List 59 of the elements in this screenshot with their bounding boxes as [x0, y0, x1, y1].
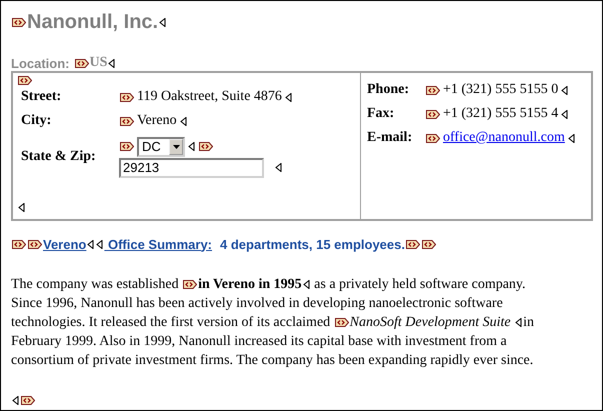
end-tag-icon[interactable] [561, 86, 568, 94]
end-tag-icon[interactable] [275, 163, 282, 172]
end-tag-icon[interactable] [561, 110, 568, 118]
paragraph-text: technologies. It released the first version of its acclaimed [11, 314, 332, 330]
end-tag-icon[interactable] [568, 134, 575, 142]
field-label: Fax: [367, 106, 396, 122]
start-tag-icon[interactable] [426, 86, 440, 94]
start-tag-icon[interactable] [120, 116, 134, 126]
field-label: City: [20, 113, 52, 129]
end-tag-icon[interactable] [284, 92, 292, 102]
start-tag-icon[interactable] [18, 76, 32, 85]
start-tag-icon[interactable] [74, 58, 88, 68]
paragraph-text: February 1999. Also in 1999, Nanonull increased its capital base with investment from a [11, 334, 507, 350]
start-tag-icon[interactable] [183, 280, 198, 289]
paragraph-text: as a privately held software company. [313, 276, 526, 292]
summary-link[interactable]: Office Summary: [104, 236, 212, 252]
paragraph-text: in Vereno in 1995 [198, 276, 302, 292]
field-value: Vereno [137, 113, 177, 129]
start-tag-icon[interactable] [12, 240, 26, 248]
start-tag-icon[interactable] [28, 240, 42, 248]
end-tag-icon[interactable] [18, 203, 25, 212]
zip-field[interactable]: 29213 [119, 158, 264, 178]
start-tag-icon[interactable] [21, 396, 35, 405]
field-label: Phone: [367, 82, 410, 98]
field-label: Street: [20, 89, 62, 105]
paragraph-text: The company was established [11, 276, 180, 292]
start-tag-icon[interactable] [120, 142, 134, 151]
start-tag-icon[interactable] [426, 134, 440, 142]
summary-text: 4 departments, 15 employees. [220, 236, 405, 252]
start-tag-icon[interactable] [199, 142, 213, 151]
end-tag-icon[interactable] [159, 18, 166, 26]
location-value: US [90, 55, 108, 71]
field-value: +1 (321) 555 5155 4 [443, 106, 558, 122]
paragraph-text: consortium of private investment firms. The company has been expanding rapidly ever since. [11, 352, 534, 368]
field-value: +1 (321) 555 5155 0 [443, 82, 558, 98]
city-link[interactable]: Vereno [43, 236, 86, 252]
paragraph-text: NanoSoft Development Suite [350, 314, 512, 330]
start-tag-icon[interactable] [406, 240, 420, 248]
start-tag-icon[interactable] [334, 318, 349, 327]
company-title: Nanonull, Inc. [27, 10, 158, 34]
start-tag-icon[interactable] [120, 92, 134, 102]
end-tag-icon[interactable] [302, 280, 310, 289]
field-label: E-mail: [367, 130, 414, 146]
end-tag-icon[interactable] [12, 396, 19, 405]
start-tag-icon[interactable] [422, 240, 436, 248]
field-label: State & Zip: [20, 149, 97, 165]
end-tag-icon[interactable] [515, 318, 522, 327]
location-label: Location: [11, 56, 70, 70]
paragraph-text: in [523, 314, 534, 330]
start-tag-icon[interactable] [426, 110, 440, 118]
field-value: 119 Oakstreet, Suite 4876 [137, 89, 282, 105]
start-tag-icon[interactable] [12, 18, 26, 26]
email-link[interactable]: office@nanonull.com [443, 130, 565, 146]
state-dropdown[interactable]: DC [137, 136, 185, 156]
end-tag-icon[interactable] [180, 116, 187, 126]
paragraph-text: Since 1996, Nanonull has been actively involved in developing nanoelectronic software [11, 296, 503, 312]
end-tag-icon[interactable] [188, 142, 195, 151]
end-tag-icon[interactable] [108, 58, 116, 68]
caret-icon [172, 144, 180, 148]
